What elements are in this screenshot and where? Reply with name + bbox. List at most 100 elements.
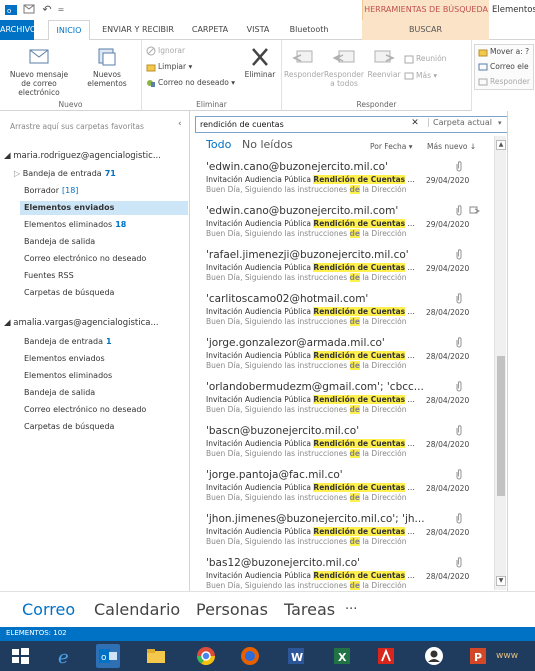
user-app-icon[interactable]: [422, 644, 446, 668]
tab-enviar-recibir[interactable]: ENVIAR Y RECIBIR: [96, 20, 180, 40]
folder-pane: Arrastre aquí sus carpetas favoritas ‹ ◢…: [0, 111, 190, 591]
ribbon-group-eliminar: Ignorar Limpiar ▾ Correo no deseado ▾ El…: [142, 40, 282, 111]
message-row[interactable]: 'bascn@buzonejercito.mil.co' Invitación A…: [190, 420, 493, 464]
subject-suffix: ...: [405, 439, 415, 448]
sort-by-dropdown[interactable]: Por Fecha ▾: [370, 142, 412, 151]
sort-order-toggle[interactable]: Más nuevo ↓: [427, 142, 476, 151]
search-input[interactable]: [200, 118, 400, 131]
folder-inbox-amalia[interactable]: Bandeja de entrada 1: [24, 335, 112, 349]
firefox-icon[interactable]: [238, 644, 262, 668]
junk-button[interactable]: Correo no deseado ▾: [146, 77, 235, 89]
folder-drafts-maria[interactable]: Borrador [18]: [24, 184, 78, 198]
folder-inbox-maria[interactable]: ▷ Bandeja de entrada 71: [14, 167, 116, 181]
more-respond-button[interactable]: Más ▾: [404, 70, 437, 82]
message-list-scrollbar[interactable]: ▲ ▼: [494, 136, 506, 590]
tab-buscar[interactable]: BUSCAR: [362, 20, 489, 40]
chrome-icon[interactable]: [194, 644, 218, 668]
windows-start-icon[interactable]: [8, 644, 32, 668]
ribbon-group-label-eliminar: Eliminar: [196, 100, 227, 109]
excel-icon[interactable]: X: [330, 644, 354, 668]
nav-more-ellipsis-icon[interactable]: ···: [345, 602, 357, 617]
forward-button[interactable]: Reenviar: [366, 46, 402, 79]
sort-order-label: Más nuevo: [427, 142, 468, 151]
tab-vista[interactable]: VISTA: [240, 20, 276, 40]
folder-junk-amalia[interactable]: Correo electrónico no deseado: [24, 403, 146, 417]
navigation-bar: Correo Calendario Personas Tareas ···: [0, 591, 535, 627]
unread-count: 18: [115, 220, 127, 229]
powerpoint-icon[interactable]: P: [466, 644, 490, 668]
quick-step-mail-to[interactable]: Correo ele: [478, 61, 529, 73]
reply-all-button[interactable]: Responder a todos: [324, 46, 364, 88]
quick-step-move-to[interactable]: Mover a: ?: [478, 46, 529, 58]
nav-tasks[interactable]: Tareas: [284, 600, 335, 619]
meeting-button[interactable]: Reunión: [404, 53, 446, 65]
chevron-down-icon[interactable]: ▾: [498, 119, 502, 127]
message-row[interactable]: 'orlandobermudezm@gmail.com'; 'cbcc... In…: [190, 376, 493, 420]
account-amalia[interactable]: ◢ amalia.vargas@agencialogistica...: [4, 318, 159, 328]
folder-sent-amalia[interactable]: Elementos enviados: [24, 352, 105, 366]
folder-deleted-maria[interactable]: Elementos eliminados 18: [24, 218, 126, 232]
folder-label: Bandeja de salida: [24, 388, 96, 397]
folder-rss-maria[interactable]: Fuentes RSS: [24, 269, 74, 283]
message-row[interactable]: 'bas12@buzonejercito.mil.co' Invitación A…: [190, 552, 493, 590]
collapse-pane-chevron-icon[interactable]: ‹: [178, 119, 182, 129]
folder-search-amalia[interactable]: Carpetas de búsqueda: [24, 420, 114, 434]
folder-label: Bandeja de entrada: [22, 169, 102, 178]
customize-toolbar-icon[interactable]: =: [54, 3, 68, 17]
preview-prefix: Buen Día, Siguiendo las instrucciones: [206, 317, 350, 326]
search-scope-dropdown[interactable]: Carpeta actual: [428, 118, 492, 127]
folder-outbox-amalia[interactable]: Bandeja de salida: [24, 386, 95, 400]
message-row[interactable]: 'jorge.pantoja@fac.mil.co' Invitación Aud…: [190, 464, 493, 508]
quick-step-reply-delete[interactable]: Responder: [478, 76, 530, 88]
message-preview: Buen Día, Siguiendo las instrucciones de…: [206, 273, 406, 282]
message-row[interactable]: 'jhon.jimenes@buzonejercito.mil.co'; 'jh…: [190, 508, 493, 552]
message-date: 29/04/2020: [426, 220, 470, 229]
delete-button[interactable]: Eliminar: [242, 46, 278, 79]
account-maria[interactable]: ◢ maria.rodriguez@agencialogistic...: [4, 151, 161, 161]
scroll-down-arrow-icon[interactable]: ▼: [496, 576, 506, 586]
word-icon[interactable]: W: [284, 644, 308, 668]
message-row[interactable]: 'carlitoscamo02@hotmail.com' Invitación A…: [190, 288, 493, 332]
outlook-taskbar-icon[interactable]: o: [96, 644, 120, 668]
new-items-button[interactable]: Nuevos elementos: [78, 46, 136, 88]
nav-calendar[interactable]: Calendario: [94, 600, 180, 619]
file-explorer-icon[interactable]: [144, 644, 168, 668]
acrobat-icon[interactable]: [374, 644, 398, 668]
folder-deleted-amalia[interactable]: Elementos eliminados: [24, 369, 112, 383]
message-row[interactable]: 'jorge.gonzalezor@armada.mil.co' Invitaci…: [190, 332, 493, 376]
folder-sent-maria[interactable]: Elementos enviados: [20, 201, 188, 215]
folder-label: Correo electrónico no deseado: [24, 254, 147, 263]
scroll-thumb[interactable]: [497, 356, 505, 496]
folder-junk-maria[interactable]: Correo electrónico no deseado: [24, 252, 146, 266]
ignore-button[interactable]: Ignorar: [146, 45, 185, 57]
nav-mail[interactable]: Correo: [22, 600, 75, 619]
folder-label: Elementos eliminados: [24, 220, 113, 229]
filter-all[interactable]: Todo: [206, 138, 231, 151]
preview-highlight: de: [349, 317, 360, 326]
tab-inicio[interactable]: INICIO: [48, 20, 90, 41]
svg-text:o: o: [7, 7, 11, 15]
message-row[interactable]: 'edwin.cano@buzonejercito.mil.co' Invitac…: [190, 156, 493, 200]
clean-up-button[interactable]: Limpiar ▾: [146, 61, 192, 73]
message-subject: Invitación Audiencia Pública Rendición d…: [206, 175, 415, 184]
reply-button[interactable]: Responder: [284, 46, 324, 79]
send-receive-all-icon[interactable]: [22, 3, 36, 17]
filter-unread[interactable]: No leídos: [242, 138, 293, 151]
folder-search-maria[interactable]: Carpetas de búsqueda: [24, 286, 114, 300]
message-row[interactable]: 'rafael.jimenezji@buzonejercito.mil.co' I…: [190, 244, 493, 288]
nav-people[interactable]: Personas: [196, 600, 268, 619]
scroll-up-arrow-icon[interactable]: ▲: [496, 140, 506, 150]
tab-archivo[interactable]: ARCHIVO: [0, 20, 36, 40]
clear-search-icon[interactable]: ✕: [409, 118, 421, 128]
tab-bluetooth[interactable]: Bluetooth: [284, 20, 334, 40]
ribbon-group-quick-steps: Mover a: ? Correo ele Responder: [472, 40, 535, 111]
internet-explorer-icon[interactable]: e: [54, 644, 78, 668]
new-mail-button[interactable]: Nuevo mensaje de correo electrónico: [4, 46, 74, 97]
message-row[interactable]: 'edwin.cano@buzonejercito.mil.com' Invita…: [190, 200, 493, 244]
tab-carpeta[interactable]: CARPETA: [186, 20, 234, 40]
windows-taskbar: e o W X P www: [0, 641, 535, 671]
undo-icon[interactable]: ↶: [40, 3, 54, 17]
new-mail-label: Nuevo mensaje de correo electrónico: [9, 70, 69, 97]
preview-highlight: de: [349, 405, 360, 414]
folder-outbox-maria[interactable]: Bandeja de salida: [24, 235, 95, 249]
